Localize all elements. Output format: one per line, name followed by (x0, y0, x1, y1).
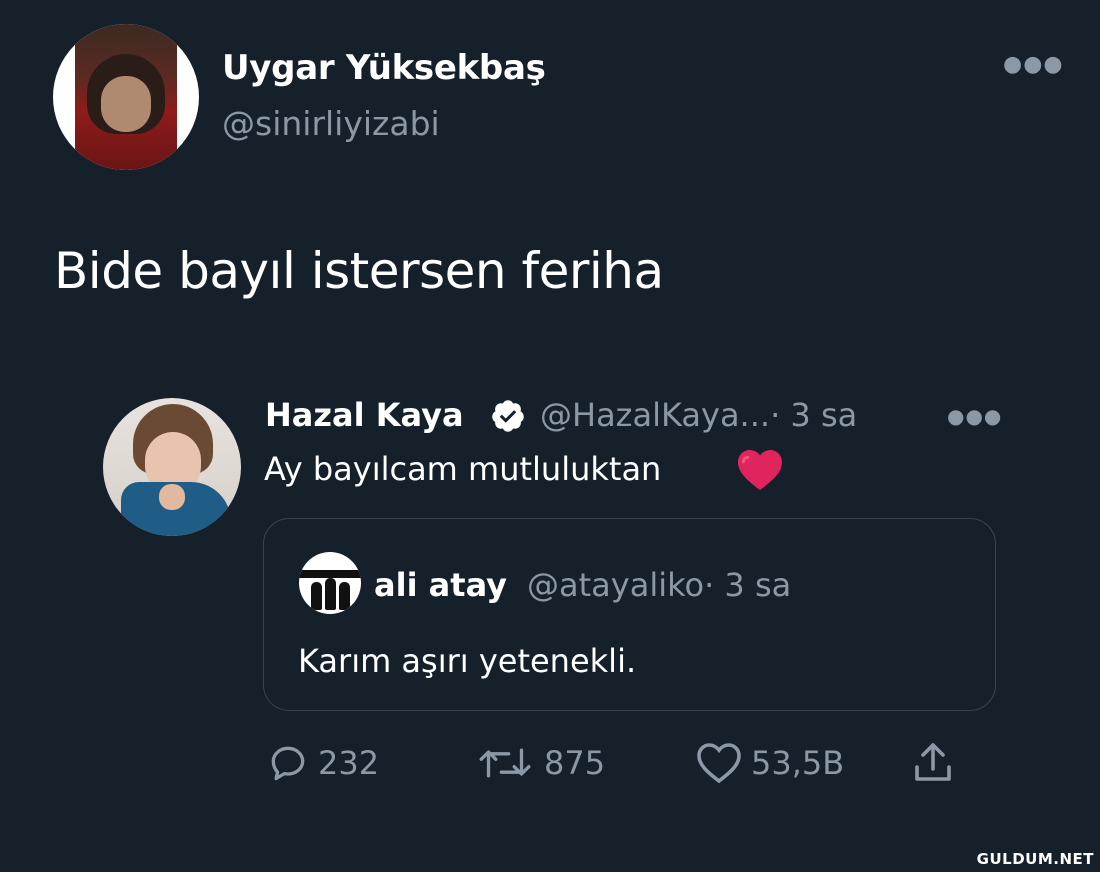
heart-outline-icon (697, 743, 741, 784)
quoted-author-handle: @HazalKaya... (540, 396, 771, 434)
author-avatar[interactable] (53, 24, 199, 170)
site-watermark: GULDUM.NET (976, 850, 1094, 868)
author-handle[interactable]: @sinirliyizabi (222, 104, 440, 143)
nested-author-handle-time: @atayaliko· 3 sa (527, 566, 791, 604)
red-heart-icon (738, 450, 782, 490)
nested-text: Karım aşırı yetenekli. (298, 642, 637, 680)
avatar-band (299, 570, 361, 578)
verified-badge-icon (492, 400, 524, 432)
ellipsis-icon[interactable]: ●●● (947, 404, 1002, 428)
quoted-text: Ay bayılcam mutluluktan (264, 450, 662, 488)
avatar-face (101, 76, 151, 132)
avatar-figure (311, 582, 322, 610)
quoted-author-avatar[interactable] (103, 398, 241, 536)
like-button[interactable]: 53,5B (695, 738, 844, 788)
retweet-count: 875 (544, 744, 606, 782)
quoted-author-name[interactable]: Hazal Kaya (265, 396, 464, 434)
reply-count: 232 (318, 744, 380, 782)
author-name[interactable]: Uygar Yüksekbaş (222, 48, 546, 88)
retweet-button[interactable]: 875 (474, 738, 605, 788)
nested-author-name: ali atay (374, 566, 508, 604)
reply-button[interactable]: 232 (266, 738, 379, 788)
quoted-time: · 3 sa (770, 396, 858, 434)
share-icon (915, 743, 951, 781)
avatar-hand (159, 484, 185, 510)
retweet-icon (479, 748, 531, 778)
avatar-figure (325, 578, 336, 610)
quoted-author-handle-time[interactable]: @HazalKaya...· 3 sa (540, 396, 857, 434)
nested-quote-card[interactable] (263, 518, 996, 711)
avatar-figure (339, 582, 350, 610)
like-count: 53,5B (751, 744, 845, 782)
nested-author-handle: @atayaliko (527, 566, 705, 604)
ellipsis-icon[interactable]: ●●● (1003, 52, 1064, 77)
nested-time: · 3 sa (704, 566, 792, 604)
share-button[interactable] (909, 738, 957, 788)
tweet-text: Bide bayıl istersen feriha (54, 242, 664, 300)
reply-icon (271, 746, 305, 781)
nested-author-avatar (299, 552, 361, 614)
